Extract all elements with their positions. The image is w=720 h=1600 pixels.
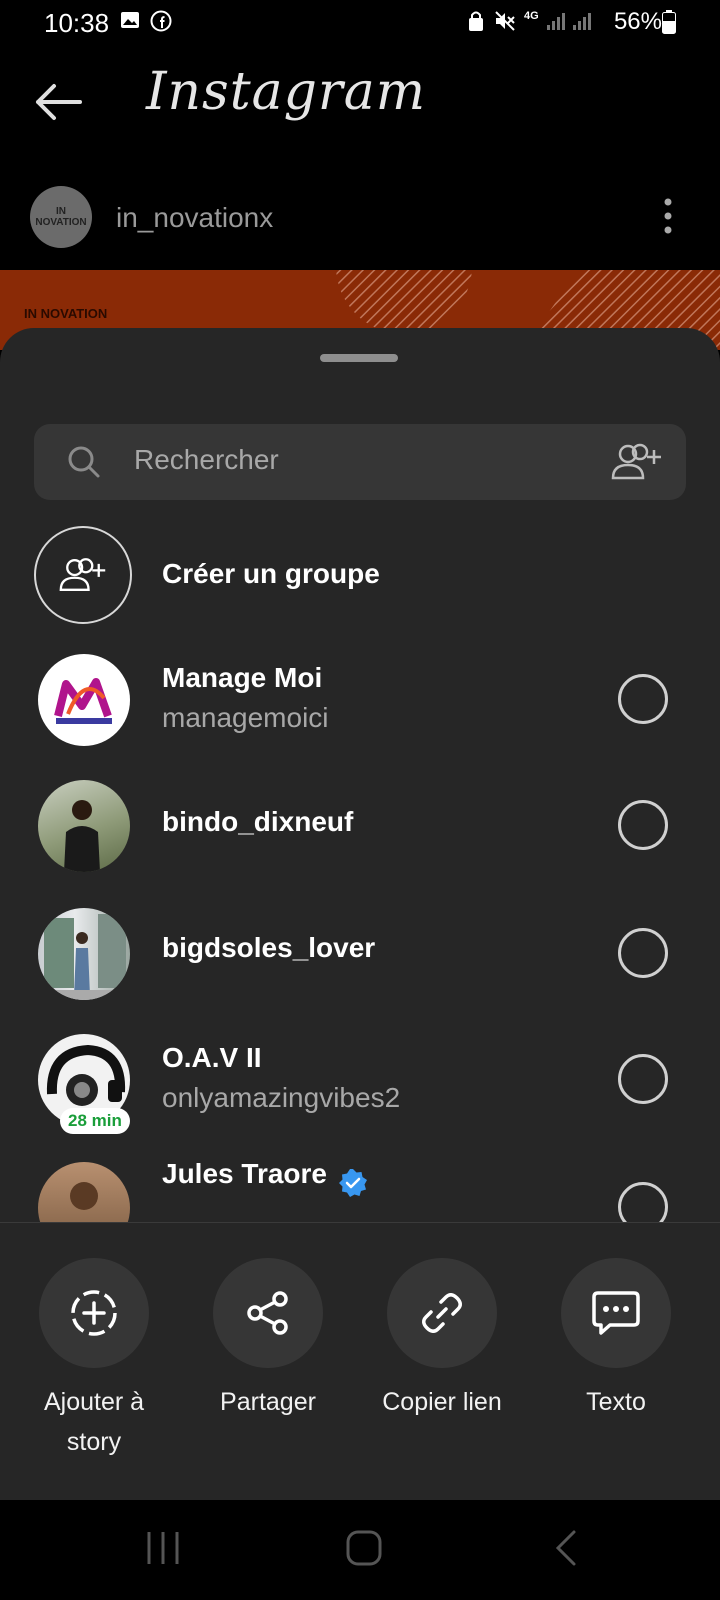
battery-icon bbox=[662, 10, 676, 34]
share-label: Partager bbox=[220, 1388, 316, 1416]
share-actions: Ajouter à story Partager Copier lien Tex… bbox=[0, 1258, 720, 1478]
contact-row[interactable]: bigdsoles_lover bbox=[0, 900, 720, 1010]
select-radio[interactable] bbox=[618, 928, 668, 978]
add-to-story-button[interactable]: Ajouter à story bbox=[14, 1258, 174, 1478]
share-button[interactable]: Partager bbox=[188, 1258, 348, 1478]
select-radio[interactable] bbox=[618, 800, 668, 850]
back-nav-icon[interactable] bbox=[552, 1528, 578, 1568]
contact-list: Manage Moi managemoici bindo_dixneuf big… bbox=[0, 328, 720, 1222]
share-sheet: Rechercher Créer un groupe Manage Moi ma… bbox=[0, 328, 720, 1500]
actions-divider bbox=[0, 1222, 720, 1223]
share-icon bbox=[247, 1291, 288, 1335]
facebook-notification-icon bbox=[150, 10, 172, 32]
add-to-story-circle bbox=[39, 1258, 149, 1368]
instagram-logo: Instagram bbox=[146, 62, 427, 122]
mute-icon bbox=[495, 11, 515, 31]
text-message-button[interactable]: Texto bbox=[536, 1258, 696, 1478]
text-message-circle bbox=[561, 1258, 671, 1368]
contact-avatar bbox=[38, 654, 130, 746]
post-author-avatar[interactable]: IN NOVATION bbox=[30, 186, 92, 248]
contact-name: O.A.V II bbox=[162, 1042, 262, 1073]
contact-handle: managemoici bbox=[162, 702, 329, 733]
text-message-label: Texto bbox=[586, 1388, 646, 1416]
copy-link-circle bbox=[387, 1258, 497, 1368]
battery-percent: 56% bbox=[613, 8, 662, 35]
select-radio[interactable] bbox=[618, 1182, 668, 1222]
verified-badge-icon bbox=[339, 1169, 367, 1197]
avatar-brand-text: IN NOVATION bbox=[35, 206, 87, 228]
contact-name: Manage Moi bbox=[162, 662, 323, 693]
person-photo bbox=[70, 1182, 98, 1210]
copy-link-label: Copier lien bbox=[382, 1388, 502, 1416]
contact-name: Jules Traore bbox=[162, 1158, 327, 1189]
contact-row[interactable]: 28 min O.A.V II onlyamazingvibes2 bbox=[0, 1026, 720, 1136]
copy-link-button[interactable]: Copier lien bbox=[362, 1258, 522, 1478]
person-photo bbox=[38, 914, 130, 1000]
recent-apps-icon[interactable] bbox=[146, 1530, 180, 1566]
add-story-icon bbox=[71, 1290, 117, 1336]
link-icon bbox=[422, 1293, 462, 1333]
person-photo bbox=[64, 800, 100, 872]
manage-moi-logo bbox=[54, 678, 112, 724]
share-circle bbox=[213, 1258, 323, 1368]
message-bubble-icon bbox=[592, 1291, 640, 1335]
select-radio[interactable] bbox=[618, 674, 668, 724]
home-icon[interactable] bbox=[344, 1528, 384, 1568]
add-to-story-label: Ajouter à story bbox=[43, 1388, 145, 1456]
more-options-icon[interactable] bbox=[664, 198, 672, 234]
back-arrow-icon[interactable] bbox=[32, 82, 84, 122]
active-time-badge: 28 min bbox=[60, 1108, 130, 1134]
contact-avatar bbox=[38, 908, 130, 1000]
gallery-notification-icon bbox=[121, 12, 139, 28]
status-time: 10:38 bbox=[44, 8, 110, 38]
system-navigation-bar bbox=[0, 1500, 720, 1600]
contact-name: bigdsoles_lover bbox=[162, 932, 376, 963]
contact-avatar bbox=[38, 1162, 130, 1222]
status-bar: 10:38 4G 56% bbox=[0, 0, 720, 46]
select-radio[interactable] bbox=[618, 1054, 668, 1104]
signal-icon bbox=[547, 13, 565, 30]
post-author-username[interactable]: in_novationx bbox=[116, 202, 273, 234]
contact-handle: onlyamazingvibes2 bbox=[162, 1082, 401, 1113]
signal-2-icon bbox=[573, 13, 591, 30]
contact-row[interactable]: bindo_dixneuf bbox=[0, 772, 720, 882]
post-author-row: IN NOVATION in_novationx bbox=[0, 180, 720, 268]
contact-name: bindo_dixneuf bbox=[162, 806, 354, 837]
post-brand-text: IN NOVATION bbox=[24, 306, 108, 321]
contact-row[interactable]: Manage Moi managemoici bbox=[0, 646, 720, 756]
lock-icon bbox=[469, 11, 483, 31]
network-type: 4G bbox=[524, 10, 539, 22]
contact-avatar bbox=[38, 780, 130, 872]
contact-row[interactable]: Jules Traore bbox=[0, 1154, 720, 1222]
